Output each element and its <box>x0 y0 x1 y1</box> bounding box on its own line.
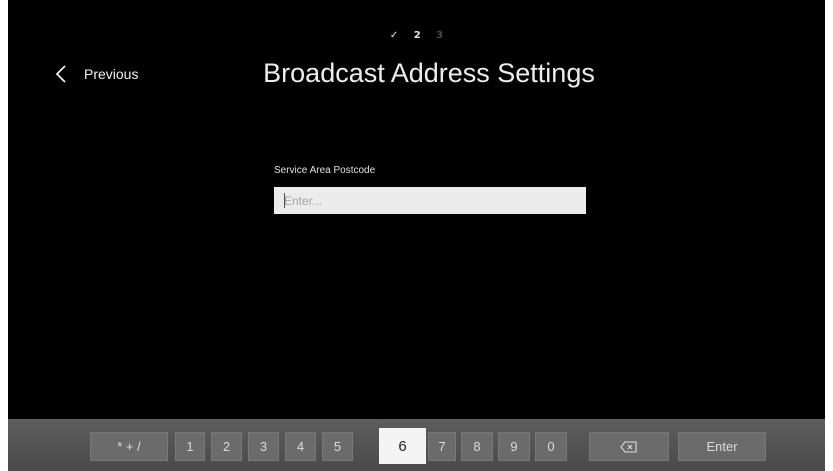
key-0[interactable]: 0 <box>535 432 567 461</box>
key-7[interactable]: 7 <box>428 432 456 461</box>
key-2[interactable]: 2 <box>211 432 242 461</box>
key-5[interactable]: 5 <box>322 432 353 461</box>
key-4[interactable]: 4 <box>285 432 316 461</box>
postcode-input[interactable] <box>274 187 586 214</box>
backspace-key[interactable] <box>589 432 669 461</box>
on-screen-keyboard: * + / 1 2 3 4 5 6 7 8 9 0 Enter <box>8 419 825 471</box>
text-caret <box>284 193 285 208</box>
step-3-upcoming: 3 <box>436 30 444 41</box>
key-3[interactable]: 3 <box>248 432 279 461</box>
step-1-complete: ✓ <box>389 30 399 41</box>
enter-key[interactable]: Enter <box>678 432 766 461</box>
key-9[interactable]: 9 <box>498 432 530 461</box>
key-1[interactable]: 1 <box>175 432 205 461</box>
postcode-label: Service Area Postcode <box>274 165 376 176</box>
key-6-selected[interactable]: 6 <box>379 428 426 464</box>
step-indicator: ✓ 2 3 <box>8 30 825 41</box>
tv-screen: ✓ 2 3 Previous Broadcast Address Setting… <box>8 0 825 471</box>
step-2-current: 2 <box>413 30 421 41</box>
symbols-key[interactable]: * + / <box>90 432 168 461</box>
key-8[interactable]: 8 <box>461 432 493 461</box>
backspace-icon <box>620 440 637 453</box>
page-title: Broadcast Address Settings <box>263 58 595 88</box>
